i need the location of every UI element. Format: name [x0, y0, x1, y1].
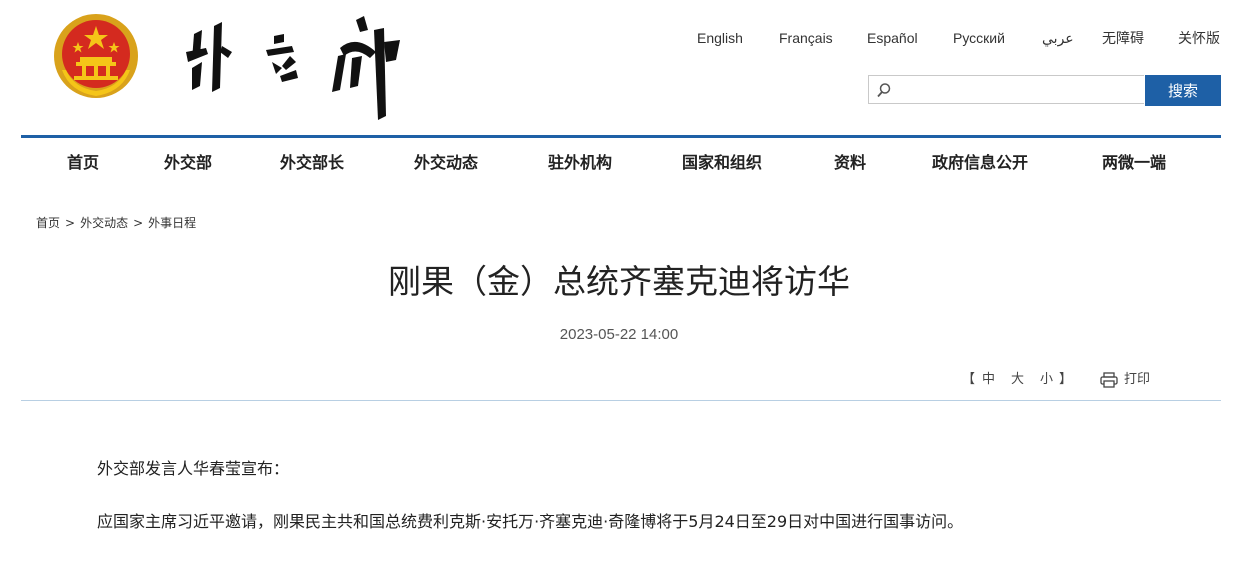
article-date: 2023-05-22 14:00: [559, 326, 679, 343]
print-button[interactable]: 打印: [1124, 371, 1150, 389]
breadcrumb: 首页 > 外交动态 > 外事日程: [36, 214, 196, 231]
font-size-small-button[interactable]: 小: [1040, 371, 1053, 389]
lang-arabic-link[interactable]: عربي: [1042, 29, 1074, 47]
lang-english-link[interactable]: English: [697, 29, 743, 47]
nav-item-countries[interactable]: 国家和组织: [682, 152, 762, 174]
breadcrumb-home[interactable]: 首页: [36, 214, 60, 231]
lang-spanish-link[interactable]: Español: [867, 29, 918, 47]
content-divider: [21, 400, 1221, 401]
language-bar: English Français Español Русский عربي 无障…: [0, 29, 1238, 49]
nav-item-info-disclosure[interactable]: 政府信息公开: [932, 152, 1028, 174]
font-size-bracket-open: 【: [962, 372, 976, 387]
article-paragraph: 应国家主席习近平邀请，刚果民主共和国总统费利克斯·安托万·齐塞克迪·奇隆博将于5…: [97, 512, 964, 531]
nav-item-resources[interactable]: 资料: [834, 152, 866, 174]
search-box: [868, 75, 1144, 104]
printer-icon[interactable]: [1100, 372, 1118, 388]
breadcrumb-separator: >: [65, 216, 76, 230]
font-size-bracket-close: 】: [1059, 372, 1073, 387]
nav-item-social[interactable]: 两微一端: [1102, 152, 1166, 174]
care-version-link[interactable]: 关怀版: [1178, 29, 1220, 47]
font-size-large-button[interactable]: 大: [1011, 371, 1024, 389]
nav-item-ministry[interactable]: 外交部: [164, 152, 212, 174]
national-emblem-icon: [54, 14, 138, 98]
article-title: 刚果（金）总统齐塞克迪将访华: [388, 262, 850, 301]
article-tools: 【 中 大 小 】 打印: [0, 371, 1238, 391]
nav-item-missions[interactable]: 驻外机构: [548, 152, 612, 174]
breadcrumb-separator: >: [133, 216, 144, 230]
nav-item-minister[interactable]: 外交部长: [280, 152, 344, 174]
nav-item-activities[interactable]: 外交动态: [414, 152, 478, 174]
lang-french-link[interactable]: Français: [779, 29, 833, 47]
search-icon: [877, 83, 891, 98]
accessibility-link[interactable]: 无障碍: [1102, 29, 1144, 47]
breadcrumb-activities[interactable]: 外交动态: [80, 214, 128, 231]
search-button[interactable]: 搜索: [1145, 75, 1221, 106]
nav-top-rule: [21, 135, 1221, 138]
lang-russian-link[interactable]: Русский: [953, 29, 1005, 47]
font-size-medium-button[interactable]: 中: [982, 371, 995, 389]
breadcrumb-schedule[interactable]: 外事日程: [148, 214, 196, 231]
main-nav: 首页 外交部 外交部长 外交动态 驻外机构 国家和组织 资料 政府信息公开 两微…: [0, 152, 1238, 178]
search-input[interactable]: [897, 78, 1141, 103]
nav-item-home[interactable]: 首页: [67, 152, 99, 174]
article-paragraph: 外交部发言人华春莹宣布：: [97, 459, 290, 478]
